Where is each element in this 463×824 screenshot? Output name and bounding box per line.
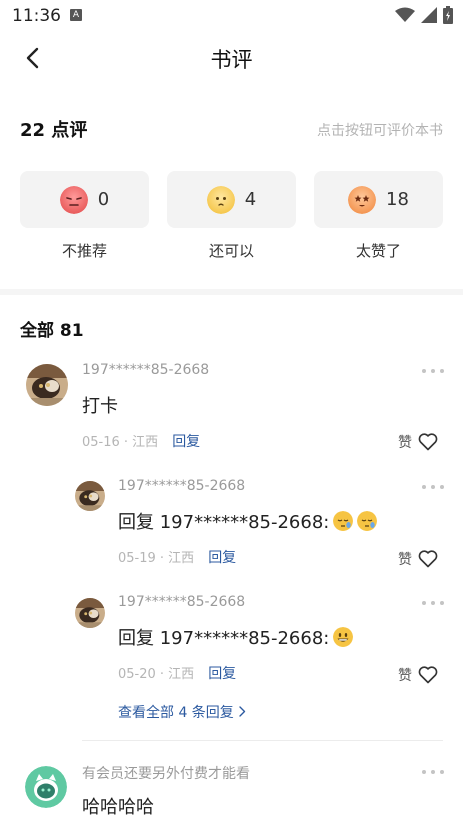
reply-link[interactable]: 回复	[208, 666, 236, 682]
mascot-avatar-image	[25, 766, 67, 808]
frown-face-icon	[59, 185, 88, 214]
reply-meta: 05-20 · 江西 回复	[118, 663, 236, 683]
status-time: 11:36	[12, 6, 61, 26]
heart-icon	[418, 666, 438, 684]
comment-text-content: 哈哈哈哈	[82, 797, 154, 818]
rating-great-button[interactable]: 18	[314, 171, 443, 228]
user-name[interactable]: 197******85-2668	[82, 362, 209, 378]
comment-divider	[82, 740, 443, 741]
summary-header: 22 点评 点击按钮可评价本书	[20, 116, 443, 144]
comment-date-location: 05-16 · 江西	[82, 435, 159, 450]
cat-avatar-image	[26, 364, 68, 406]
rating-label: 太赞了	[355, 242, 401, 260]
review-count: 22 点评	[20, 120, 88, 141]
rating-row: 0 不推荐 4 还可以 18 太赞了	[20, 171, 443, 261]
rating-value: 18	[386, 189, 409, 210]
reply-date-location: 05-19 · 江西	[118, 551, 195, 566]
signal-icon	[421, 7, 437, 23]
cat-avatar-image	[75, 481, 105, 511]
rating-not-recommend-button[interactable]: 0	[20, 171, 149, 228]
neutral-face-icon	[206, 185, 235, 214]
grinning-face-icon	[333, 627, 354, 647]
reply-link[interactable]: 回复	[208, 550, 236, 566]
wifi-icon	[395, 7, 415, 22]
status-bar: 11:36 A	[0, 0, 463, 32]
star-eyes-face-icon	[348, 185, 377, 214]
all-comments-title: 全部 81	[20, 321, 84, 341]
like-label: 赞	[398, 668, 412, 684]
rating-label: 不推荐	[61, 242, 107, 260]
more-options-button[interactable]	[422, 482, 444, 492]
rating-value: 4	[244, 189, 257, 210]
avatar[interactable]	[75, 598, 105, 628]
rating-value: 0	[97, 189, 110, 210]
comment-meta: 05-16 · 江西 回复	[82, 431, 200, 451]
like-button[interactable]: 赞	[398, 432, 438, 452]
user-name[interactable]: 197******85-2668	[118, 478, 245, 494]
rating-not-recommend: 0 不推荐	[20, 171, 149, 261]
like-button[interactable]: 赞	[398, 549, 438, 569]
comment-text: 打卡	[82, 392, 118, 418]
like-label: 赞	[398, 552, 412, 568]
rating-label: 还可以	[208, 242, 254, 260]
avatar[interactable]	[75, 481, 105, 511]
user-name[interactable]: 197******85-2668	[118, 594, 245, 610]
view-all-replies-label: 查看全部 4 条回复	[118, 705, 234, 721]
section-divider	[0, 289, 463, 295]
reply-meta: 05-19 · 江西 回复	[118, 547, 236, 567]
comment-text-content: 打卡	[82, 396, 118, 417]
avatar[interactable]	[26, 364, 68, 406]
view-all-replies-link[interactable]: 查看全部 4 条回复	[118, 702, 246, 722]
rate-hint: 点击按钮可评价本书	[317, 123, 443, 139]
page-title: 书评	[210, 48, 253, 72]
reply-date-location: 05-20 · 江西	[118, 667, 195, 682]
comment-text: 哈哈哈哈	[82, 793, 154, 819]
rating-great: 18 太赞了	[314, 171, 443, 261]
status-icons	[395, 6, 453, 24]
reply-text-content: 回复 197******85-2668:	[118, 512, 330, 533]
reply-text-content: 回复 197******85-2668:	[118, 628, 330, 649]
rating-okay-button[interactable]: 4	[167, 171, 296, 228]
nav-bar: 书评	[0, 32, 463, 84]
avatar[interactable]	[25, 766, 67, 808]
like-button[interactable]: 赞	[398, 665, 438, 685]
reply-text: 回复 197******85-2668:	[118, 624, 354, 650]
battery-icon	[443, 6, 453, 24]
sleepy-face-icon	[357, 511, 378, 531]
heart-icon	[418, 433, 438, 451]
more-options-button[interactable]	[422, 767, 444, 777]
rating-okay: 4 还可以	[167, 171, 296, 261]
more-options-button[interactable]	[422, 366, 444, 376]
chevron-right-icon	[239, 706, 246, 717]
a-notification-icon: A	[70, 9, 82, 21]
reply-link[interactable]: 回复	[172, 434, 200, 450]
reply-text: 回复 197******85-2668:	[118, 508, 378, 534]
heart-icon	[418, 550, 438, 568]
more-options-button[interactable]	[422, 598, 444, 608]
user-name[interactable]: 有会员还要另外付费才能看	[82, 763, 250, 783]
sleepy-face-icon	[333, 511, 354, 531]
like-label: 赞	[398, 435, 412, 451]
cat-avatar-image	[75, 598, 105, 628]
